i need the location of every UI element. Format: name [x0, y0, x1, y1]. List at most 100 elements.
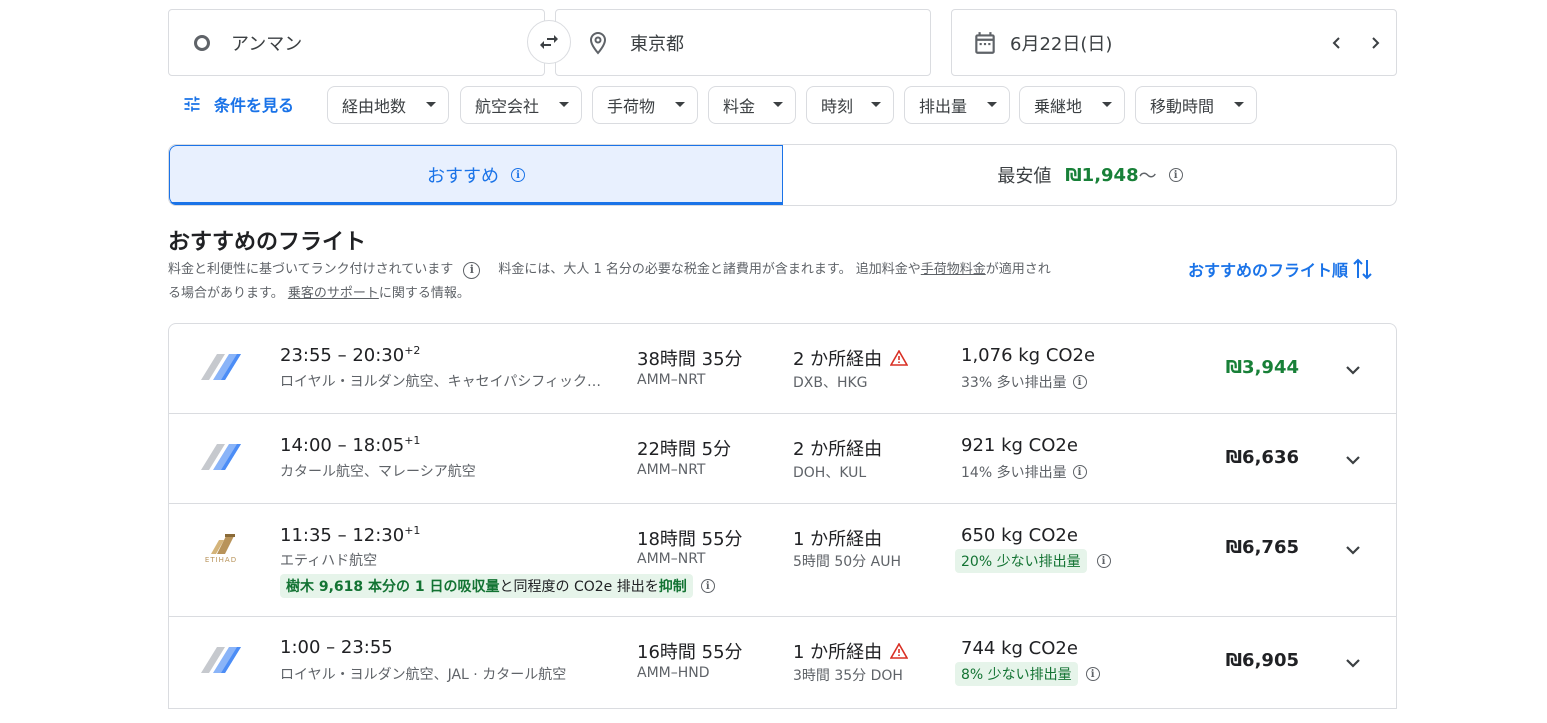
info-icon[interactable]: i	[463, 261, 481, 279]
origin-input[interactable]: アンマン	[231, 30, 302, 56]
date-input[interactable]: 6月22日(日)	[1010, 30, 1112, 56]
passenger-assistance-link[interactable]: 乗客のサポート	[288, 286, 379, 301]
chip-label: 手荷物	[607, 97, 656, 116]
destination-input[interactable]: 東京都	[630, 30, 684, 56]
times-text: 11:35 – 12:30	[280, 525, 405, 546]
flight-row[interactable]: 1:00 – 23:55 ロイヤル・ヨルダン航空、JAL · カタール航空 16…	[169, 617, 1396, 709]
day-offset: +1	[404, 524, 421, 537]
chevron-down-icon[interactable]	[1343, 540, 1363, 560]
tab-cheapest-label: 最安値	[997, 166, 1052, 187]
chip-duration[interactable]: 移動時間	[1135, 86, 1257, 124]
chip-label: 経由地数	[342, 97, 407, 116]
chip-label: 時刻	[821, 97, 854, 116]
info-icon[interactable]: i	[1085, 667, 1100, 681]
tab-best[interactable]: おすすめ i	[169, 145, 783, 205]
warning-icon	[890, 350, 909, 366]
info-icon[interactable]: i	[1072, 375, 1087, 389]
stops-text: 1 か所経由	[793, 642, 883, 663]
origin-circle-icon	[194, 34, 210, 51]
layover-info: 5時間 50分 AUH	[793, 554, 901, 570]
co2-amount: 1,076 kg CO2e	[961, 345, 1096, 366]
info-icon[interactable]: i	[511, 168, 525, 182]
layover-airports: DOH、KUL	[793, 465, 867, 481]
flight-stops: 2 か所経由	[793, 345, 909, 371]
flight-duration: 22時間 5分	[637, 439, 732, 460]
chevron-right-icon	[1372, 37, 1380, 49]
info-icon[interactable]: i	[1168, 168, 1183, 182]
eco-text: と同程度の CO2e 排出を	[499, 579, 659, 595]
emissions-badge: 8% 少ない排出量	[955, 662, 1078, 686]
flight-times: 14:00 – 18:05+1	[280, 434, 420, 456]
desc-ranking: 料金と利便性に基づいてランク付けされています	[168, 262, 454, 277]
co2-amount: 921 kg CO2e	[961, 435, 1078, 456]
day-offset: +2	[404, 344, 421, 357]
emissions-note: 14% 多い排出量 i	[961, 462, 1087, 482]
chevron-down-icon[interactable]	[1343, 653, 1363, 673]
times-text: 1:00 – 23:55	[280, 637, 393, 658]
chip-label: 排出量	[919, 97, 968, 116]
etihad-logo: ETIHAD	[199, 530, 243, 564]
chip-emissions[interactable]: 排出量	[904, 86, 1010, 124]
emissions-note: 20% 少ない排出量 i	[955, 549, 1111, 573]
airline-name: エティハド航空	[280, 553, 378, 569]
flight-list: 23:55 – 20:30+2 ロイヤル・ヨルダン航空、キャセイパシフィック航空…	[168, 323, 1397, 709]
date-field[interactable]: 6月22日(日)	[951, 9, 1397, 76]
sort-arrows-icon	[1353, 258, 1372, 280]
next-date-button[interactable]	[1364, 32, 1386, 54]
origin-field[interactable]: アンマン	[168, 9, 545, 76]
chevron-down-icon[interactable]	[1343, 360, 1363, 380]
sort-tabs: おすすめ i 最安値 ₪1,948 〜 i	[168, 144, 1397, 206]
airline-logo-icon	[201, 444, 241, 470]
chip-price[interactable]: 料金	[708, 86, 796, 124]
swap-button[interactable]	[527, 20, 571, 64]
tab-best-label: おすすめ	[427, 166, 499, 187]
chip-times[interactable]: 時刻	[806, 86, 894, 124]
sort-label: おすすめのフライト順	[1188, 261, 1349, 280]
chip-stops[interactable]: 経由地数	[327, 86, 449, 124]
airline-name: ロイヤル・ヨルダン航空、キャセイパシフィック航空	[280, 374, 615, 390]
flight-duration: 16時間 55分	[637, 642, 743, 663]
co2-amount: 744 kg CO2e	[961, 638, 1078, 659]
emissions-badge: 20% 少ない排出量	[955, 549, 1087, 573]
eco-trees: 樹木 9,618 本分の 1 日の吸収量	[286, 579, 500, 595]
emissions-note: 33% 多い排出量 i	[961, 372, 1087, 392]
info-icon[interactable]: i	[1072, 465, 1087, 479]
eco-note: 樹木 9,618 本分の 1 日の吸収量と同程度の CO2e 排出を抑制 i	[280, 574, 715, 598]
flight-stops: 2 か所経由	[793, 435, 882, 461]
flight-times: 23:55 – 20:30+2	[280, 344, 420, 366]
layover-info: 3時間 35分 DOH	[793, 668, 903, 684]
chip-airlines[interactable]: 航空会社	[460, 86, 582, 124]
flight-row[interactable]: 14:00 – 18:05+1 カタール航空、マレーシア航空 22時間 5分 A…	[169, 414, 1396, 504]
day-offset: +1	[404, 434, 421, 447]
chip-bags[interactable]: 手荷物	[592, 86, 698, 124]
section-description: 料金と利便性に基づいてランク付けされています i 料金には、大人 1 名分の必要な…	[168, 258, 1168, 306]
info-icon[interactable]: i	[1096, 554, 1111, 568]
caret-down-icon	[1102, 102, 1112, 107]
flight-route: AMM–NRT	[637, 551, 706, 567]
flight-row[interactable]: ETIHAD 11:35 – 12:30+1 エティハド航空 18時間 55分 …	[169, 504, 1396, 617]
desc-price-info: 料金には、大人 1 名分の必要な税金と諸費用が含まれます。 追加料金や	[498, 262, 921, 277]
sort-button[interactable]: おすすめのフライト順	[1188, 256, 1374, 282]
eco-reduced: 抑制	[658, 579, 687, 595]
caret-down-icon	[987, 102, 997, 107]
flight-stops: 1 か所経由	[793, 638, 909, 664]
flight-times: 1:00 – 23:55	[280, 637, 393, 658]
show-conditions-button[interactable]: 条件を見る	[182, 92, 294, 116]
prev-date-button[interactable]	[1326, 32, 1348, 54]
tab-cheapest-price: ₪1,948	[1065, 164, 1139, 186]
tab-cheapest[interactable]: 最安値 ₪1,948 〜 i	[783, 145, 1396, 205]
location-pin-icon	[589, 31, 607, 54]
baggage-fees-link[interactable]: 手荷物料金	[921, 262, 986, 277]
chevron-down-icon[interactable]	[1343, 450, 1363, 470]
etihad-logo-icon	[211, 534, 235, 554]
flight-row[interactable]: 23:55 – 20:30+2 ロイヤル・ヨルダン航空、キャセイパシフィック航空…	[169, 324, 1396, 414]
flight-price: ₪6,765	[1225, 537, 1299, 558]
info-icon[interactable]: i	[700, 579, 715, 593]
airline-logo-icon	[201, 647, 241, 673]
destination-field[interactable]: 東京都	[555, 9, 931, 76]
caret-down-icon	[675, 102, 685, 107]
times-text: 23:55 – 20:30	[280, 345, 405, 366]
stops-text: 1 か所経由	[793, 529, 883, 550]
etihad-logo-text: ETIHAD	[204, 556, 238, 564]
chip-connecting-airports[interactable]: 乗継地	[1019, 86, 1125, 124]
